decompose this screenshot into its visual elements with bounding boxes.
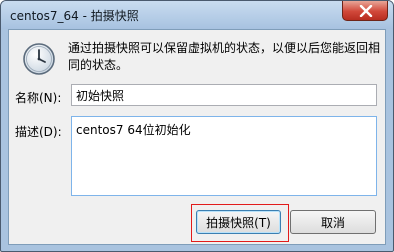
- title-bar[interactable]: centos7_64 - 拍摄快照: [1, 1, 393, 29]
- dialog-body: 通过拍摄快照可以保留虚拟机的状态，以便以后您能返回相同的状态。 名称(N): 描…: [8, 29, 386, 245]
- window-title: centos7_64 - 拍摄快照: [10, 9, 139, 23]
- snapshot-dialog: centos7_64 - 拍摄快照 通过拍摄快照可以保留虚拟机的状态，以便以后您…: [0, 0, 394, 252]
- clock-icon: [23, 43, 55, 75]
- description-field[interactable]: centos7 64位初始化: [71, 116, 377, 196]
- cancel-button[interactable]: 取消: [290, 210, 376, 234]
- dialog-message: 通过拍摄快照可以保留虚拟机的状态，以便以后您能返回相同的状态。: [68, 41, 381, 72]
- name-field[interactable]: [71, 84, 377, 106]
- close-icon: [359, 5, 373, 17]
- take-snapshot-button[interactable]: 拍摄快照(T): [196, 210, 281, 234]
- close-button[interactable]: [342, 1, 388, 21]
- name-label: 名称(N):: [15, 91, 62, 105]
- description-label: 描述(D):: [15, 125, 62, 139]
